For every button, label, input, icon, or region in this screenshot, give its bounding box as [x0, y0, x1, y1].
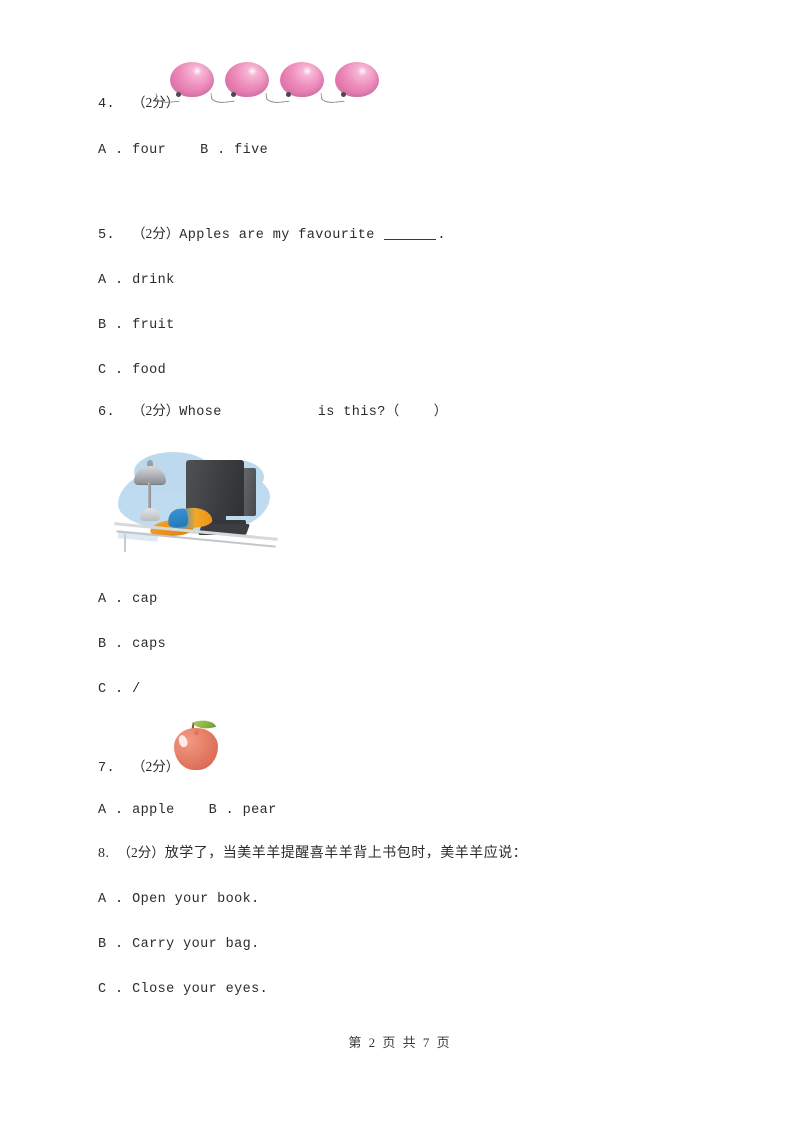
option-8-A-letter[interactable]: A — [98, 892, 107, 907]
option-6-C[interactable]: C . / — [98, 682, 141, 698]
option-8-B-text[interactable]: Carry your bag. — [132, 937, 260, 952]
option-7-B-sep: . — [225, 803, 235, 818]
option-5-B[interactable]: B . fruit — [98, 318, 175, 334]
balloon-knot-icon — [176, 92, 181, 97]
option-8-C[interactable]: C . Close your eyes. — [98, 982, 268, 998]
option-6-B-sep: . — [115, 637, 124, 652]
option-4-B-letter[interactable]: B — [200, 143, 209, 158]
option-5-A-sep: . — [115, 273, 124, 288]
lamp-base-icon — [140, 508, 160, 521]
question-7: 7. （2分） — [98, 716, 218, 777]
option-8-C-letter[interactable]: C — [98, 982, 107, 997]
question-5-blank[interactable] — [384, 227, 437, 240]
option-8-A[interactable]: A . Open your book. — [98, 892, 260, 908]
option-5-C-text[interactable]: food — [132, 363, 166, 378]
option-6-B[interactable]: B . caps — [98, 637, 166, 653]
option-5-B-text[interactable]: fruit — [132, 318, 175, 333]
balloon-3 — [265, 62, 324, 105]
option-6-A-sep: . — [115, 592, 124, 607]
option-8-B[interactable]: B . Carry your bag. — [98, 937, 260, 953]
question-6-number: 6. — [98, 405, 116, 420]
page-footer: 第 2 页 共 7 页 — [348, 1035, 452, 1050]
option-5-C-letter[interactable]: C — [98, 363, 107, 378]
question-7-number: 7. — [98, 761, 116, 776]
option-4-B-text[interactable]: five — [234, 143, 268, 158]
option-8-B-letter[interactable]: B — [98, 937, 107, 952]
option-5-A-letter[interactable]: A — [98, 273, 107, 288]
option-6-B-text[interactable]: caps — [132, 637, 166, 652]
option-4-A-letter[interactable]: A — [98, 143, 107, 158]
option-7-A-sep: . — [115, 803, 124, 818]
question-6-text-after-gap: is this?（ ） — [317, 405, 448, 420]
question-4-number: 4. — [98, 97, 116, 112]
question-7-stem: 7. （2分） — [98, 759, 179, 777]
question-6-marks: （2分） — [132, 403, 180, 418]
option-5-A-text[interactable]: drink — [132, 273, 175, 288]
question-5-number: 5. — [98, 228, 116, 243]
question-4: 4. （2分） — [98, 62, 379, 113]
option-5-C[interactable]: C . food — [98, 363, 166, 379]
option-8-A-text[interactable]: Open your book. — [132, 892, 260, 907]
option-7-A-text[interactable]: apple — [132, 803, 175, 818]
question-4-options: A . four B . five — [98, 143, 268, 159]
option-8-B-sep: . — [115, 937, 124, 952]
option-6-C-sep: . — [115, 682, 124, 697]
option-5-A[interactable]: A . drink — [98, 273, 175, 289]
question-8-number: 8. — [98, 846, 110, 861]
balloon-4 — [320, 62, 379, 105]
option-8-C-text[interactable]: Close your eyes. — [132, 982, 268, 997]
option-6-B-letter[interactable]: B — [98, 637, 107, 652]
question-5-marks: （2分） — [132, 226, 180, 241]
desk-scene — [112, 446, 280, 558]
option-6-C-text[interactable]: / — [132, 682, 141, 697]
option-5-B-sep: . — [115, 318, 124, 333]
balloon-1 — [155, 62, 214, 105]
balloon-knot-icon — [286, 92, 291, 97]
option-8-C-sep: . — [115, 982, 124, 997]
option-8-A-sep: . — [115, 892, 124, 907]
option-6-C-letter[interactable]: C — [98, 682, 107, 697]
option-7-B-letter[interactable]: B — [209, 803, 218, 818]
balloon-knot-icon — [231, 92, 236, 97]
document-page: 4. （2分） A . four B . five 5. （2分）Apples … — [0, 0, 800, 1132]
balloon-knot-icon — [341, 92, 346, 97]
question-5-stem: 5. （2分）Apples are my favourite . — [98, 226, 446, 244]
option-7-A-letter[interactable]: A — [98, 803, 107, 818]
option-6-A-letter[interactable]: A — [98, 592, 107, 607]
balloons-image — [155, 62, 385, 114]
question-5-text-after-blank: . — [437, 228, 446, 243]
option-5-B-letter[interactable]: B — [98, 318, 107, 333]
question-8-text: 放学了，当美羊羊提醒喜羊羊背上书包时，美羊羊应说： — [164, 846, 528, 861]
question-6-stem: 6. （2分）Whose is this?（ ） — [98, 403, 448, 421]
option-4-B-sep: . — [217, 143, 226, 158]
option-4-A-text[interactable]: four — [132, 143, 166, 158]
question-7-options: A . apple B . pear — [98, 803, 277, 819]
option-6-A-text[interactable]: cap — [132, 592, 158, 607]
desk-leg — [124, 534, 126, 552]
option-6-A[interactable]: A . cap — [98, 592, 158, 608]
question-5-text-before-blank: Apples are my favourite — [179, 228, 384, 243]
question-8-stem: 8. （2分）放学了，当美羊羊提醒喜羊羊背上书包时，美羊羊应说： — [98, 845, 528, 861]
option-5-C-sep: . — [115, 363, 124, 378]
option-4-A-sep: . — [115, 143, 124, 158]
balloon-2 — [210, 62, 269, 105]
question-6-text-before-gap: Whose — [179, 405, 222, 420]
option-7-B-text[interactable]: pear — [243, 803, 277, 818]
question-8-marks: （2分） — [117, 845, 165, 860]
apple-image — [170, 716, 222, 772]
